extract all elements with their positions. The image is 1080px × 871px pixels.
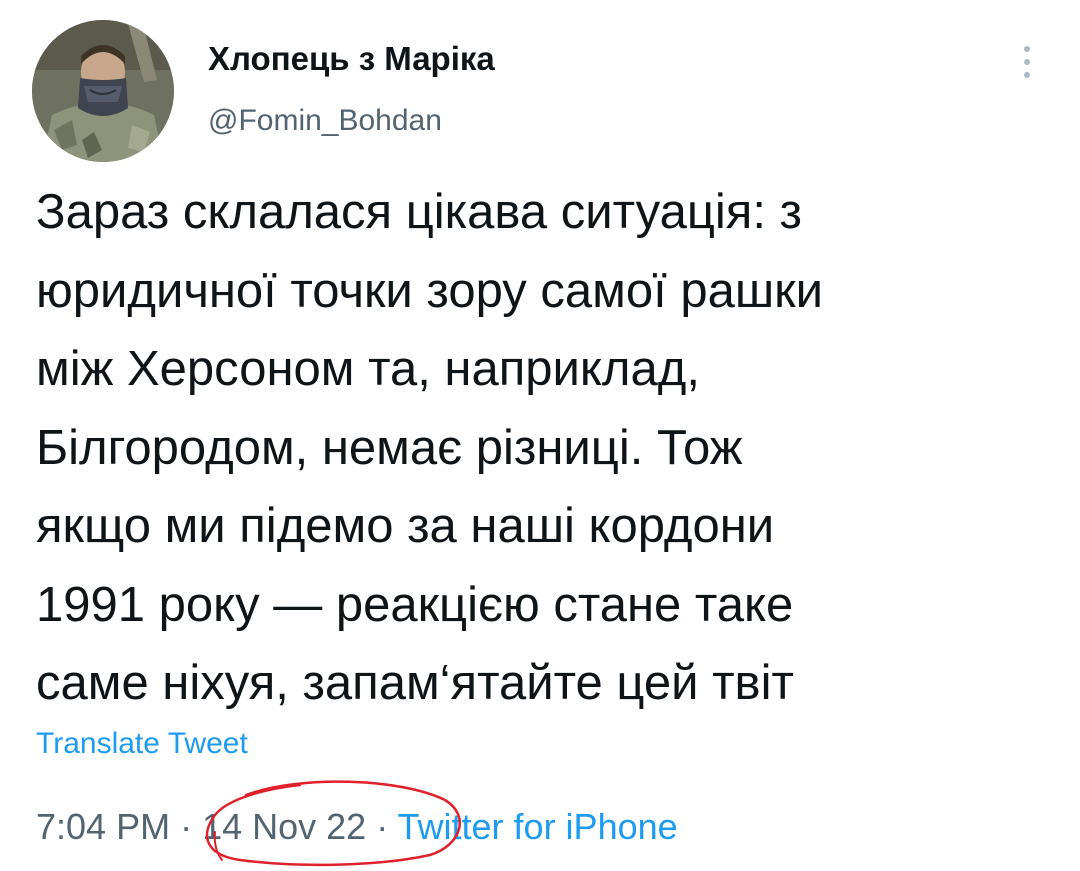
more-dot <box>1024 46 1030 52</box>
meta-separator: · <box>366 806 398 847</box>
author-display-name[interactable]: Хлопець з Маріка <box>208 40 495 78</box>
tweet-text-line: Білгородом, немає різниці. Тож <box>36 420 743 475</box>
tweet-time[interactable]: 7:04 PM <box>36 806 170 847</box>
tweet-text-line: саме ніхуя, запам‘ятайте цей твіт <box>36 656 794 710</box>
tweet-text: Зараз склалася цікава ситуація: з юридич… <box>36 173 1056 723</box>
tweet-text-line: між Херсоном та, наприклад, <box>36 342 700 396</box>
tweet-text-line: якщо ми підемо за наші кордони <box>36 499 775 553</box>
more-dot <box>1024 59 1030 65</box>
tweet-text-line: 1991 року — реакцією стане таке <box>36 577 794 632</box>
tweet-text-line: Зараз склалася цікава ситуація: з <box>36 185 803 239</box>
meta-separator: · <box>170 806 203 847</box>
translate-tweet-link[interactable]: Translate Tweet <box>36 727 248 761</box>
more-options-button[interactable] <box>1010 42 1044 82</box>
author-handle[interactable]: @Fomin_Bohdan <box>208 104 442 138</box>
tweet-text-line: юридичної точки зору самої рашки <box>36 263 823 318</box>
more-dot <box>1024 72 1030 78</box>
tweet-meta: 7:04 PM · 14 Nov 22 · Twitter for iPhone <box>36 806 678 848</box>
avatar-photo <box>32 20 174 162</box>
tweet-source-link[interactable]: Twitter for iPhone <box>398 806 678 847</box>
tweet-header: Хлопець з Маріка @Fomin_Bohdan <box>0 0 1080 170</box>
tweet-date[interactable]: 14 Nov 22 <box>202 806 366 847</box>
avatar[interactable] <box>32 20 174 162</box>
